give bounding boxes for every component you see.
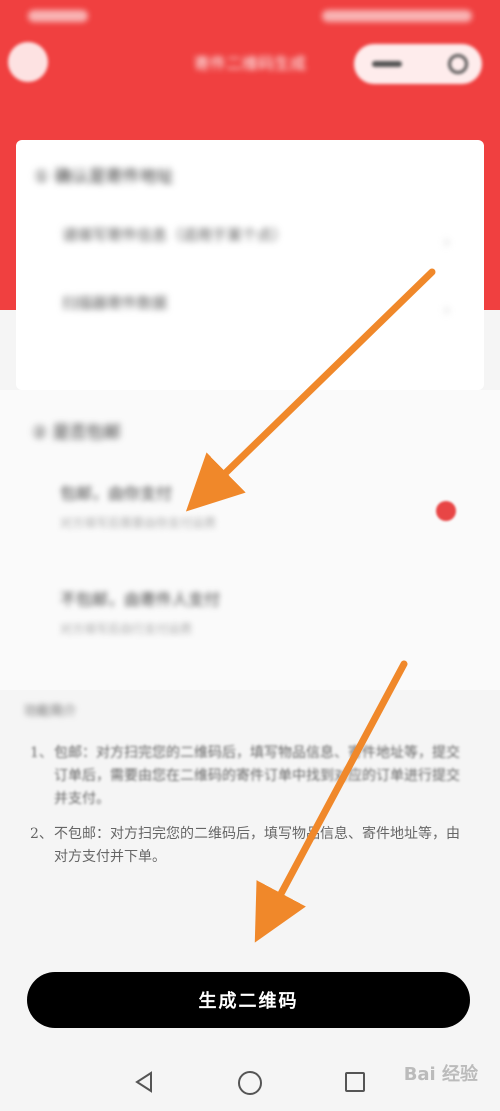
feature-notes: 功能简介 1、 包邮：对方扫完您的二维码后，填写物品信息、寄件地址等，提交订单后… (24, 700, 464, 869)
close-icon[interactable] (448, 54, 468, 74)
status-indicators (322, 10, 472, 22)
chevron-right-icon: › (443, 232, 450, 251)
note-item: 1、 包邮：对方扫完您的二维码后，填写物品信息、寄件地址等，提交订单后，需要由您… (24, 742, 464, 811)
watermark: Bai 经验 (403, 1064, 478, 1085)
option-subtitle: 对方填写后自行支付运费 (60, 622, 193, 636)
option-no-free-shipping[interactable]: 不包邮，由寄件人支付 对方填写后自行支付运费 (60, 586, 480, 656)
back-button[interactable] (8, 42, 48, 82)
card-heading: ① 确认是寄件地址 (34, 167, 174, 187)
option-subtitle: 对方填写后需要由你支付运费 (60, 516, 217, 530)
generate-qrcode-button[interactable]: 生成二维码 (27, 972, 470, 1028)
scanner-row-label: 扫描器寄件数据 (62, 294, 168, 312)
note-number: 2、 (30, 826, 53, 842)
address-row[interactable]: 请填写寄件信息（适用于某个点） › (62, 224, 462, 264)
note-item: 2、 不包邮：对方扫完您的二维码后，填写物品信息、寄件地址等，由对方支付并下单。 (24, 823, 464, 869)
option-free-shipping[interactable]: 包邮，由你支付 对方填写后需要由你支付运费 (60, 480, 480, 550)
option-title: 不包邮，由寄件人支付 (60, 590, 221, 609)
section-heading: ② 是否包邮 (32, 423, 121, 443)
notes-heading: 功能简介 (24, 704, 77, 719)
note-text: 包邮：对方扫完您的二维码后，填写物品信息、寄件地址等，提交订单后，需要由您在二维… (54, 745, 460, 807)
address-card: ① 确认是寄件地址 请填写寄件信息（适用于某个点） › 扫描器寄件数据 › (16, 140, 484, 390)
note-number: 1、 (30, 745, 53, 761)
mini-program-capsule[interactable] (354, 44, 482, 84)
scanner-row[interactable]: 扫描器寄件数据 › (62, 292, 462, 332)
nav-bar: 寄件二维码生成 (0, 36, 500, 92)
more-icon[interactable] (372, 61, 402, 67)
page-title: 寄件二维码生成 (193, 54, 306, 73)
recent-apps-icon[interactable] (345, 1072, 365, 1092)
note-text: 不包邮：对方扫完您的二维码后，填写物品信息、寄件地址等，由对方支付并下单。 (54, 826, 460, 865)
radio-selected-icon[interactable] (436, 501, 456, 521)
back-triangle-icon[interactable] (134, 1071, 154, 1093)
chevron-right-icon: › (443, 300, 450, 319)
address-row-label: 请填写寄件信息（适用于某个点） (62, 226, 288, 244)
status-time (28, 10, 88, 22)
option-title: 包邮，由你支付 (60, 484, 173, 503)
shipping-section: ② 是否包邮 包邮，由你支付 对方填写后需要由你支付运费 不包邮，由寄件人支付 … (0, 390, 500, 690)
status-bar (0, 0, 500, 36)
home-circle-icon[interactable] (238, 1071, 262, 1095)
